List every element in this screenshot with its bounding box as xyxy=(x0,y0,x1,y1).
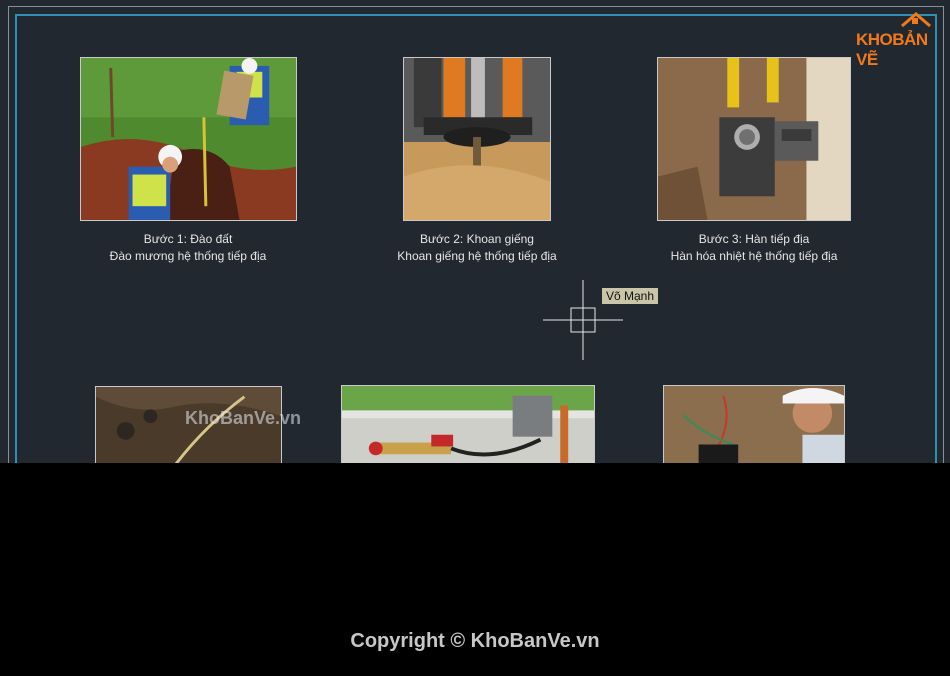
step-3-title: Bước 3: Hàn tiếp địa xyxy=(698,232,810,246)
step-1-caption: Bước 1: Đào đất Đào mương hệ thống tiếp … xyxy=(68,231,308,265)
copyright-text: Copyright © KhoBanVe.vn xyxy=(350,630,600,652)
photo-digging xyxy=(80,57,297,221)
photo-welding xyxy=(657,57,851,221)
step-2-desc: Khoan giếng hệ thống tiếp địa xyxy=(397,249,557,263)
watermark-text: KhoBanVe.vn xyxy=(185,408,302,428)
drawing-canvas[interactable]: KHOBẢN VẼ Bước 1: Đào đất Đào mương hệ t… xyxy=(0,0,950,463)
khobanve-logo: KHOBẢN VẼ xyxy=(854,12,940,69)
step-2-caption: Bước 2: Khoan giếng Khoan giếng hệ thống… xyxy=(357,231,597,265)
photo-drilling xyxy=(403,57,551,221)
step-2-title: Bước 2: Khoan giếng xyxy=(420,232,534,246)
photo-measurement xyxy=(663,385,845,463)
step-1-title: Bước 1: Đào đất xyxy=(143,232,233,246)
step-3-caption: Bước 3: Hàn tiếp địa Hàn hóa nhiệt hệ th… xyxy=(634,231,874,265)
cursor-tooltip: Võ Mạnh xyxy=(602,288,659,304)
photo-connection-box xyxy=(341,385,595,463)
logo-text: KHOBẢN VẼ xyxy=(856,30,928,69)
step-1-desc: Đào mương hệ thống tiếp địa xyxy=(109,249,267,263)
step-3-desc: Hàn hóa nhiệt hệ thống tiếp địa xyxy=(670,249,838,263)
